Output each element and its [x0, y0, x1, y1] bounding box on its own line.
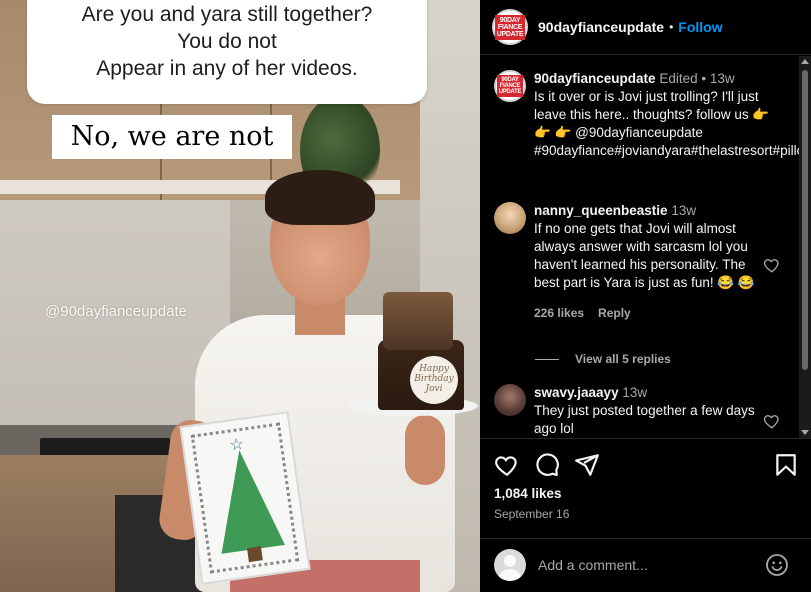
replies-line: [535, 358, 559, 360]
commenter-avatar[interactable]: [494, 202, 526, 234]
comment-input[interactable]: [538, 557, 765, 573]
cooktop: [40, 438, 170, 456]
christmas-tree-drawing: [207, 445, 285, 554]
post-media[interactable]: ☆ Happy Birthday Jovi Are you and yara s…: [0, 0, 480, 592]
divider: [480, 438, 811, 439]
view-replies-label: View all 5 replies: [575, 352, 671, 366]
comments-scrollbar[interactable]: [799, 56, 811, 438]
comment-username[interactable]: swavy.jaaayy: [534, 385, 619, 400]
post-sidebar: 90DAY FIANCE UPDATE 90dayfianceupdate • Fo…: [480, 0, 811, 592]
emoji-icon[interactable]: [765, 553, 789, 577]
reply-button[interactable]: Reply: [598, 304, 631, 322]
scroll-up-arrow-icon[interactable]: [801, 59, 809, 64]
share-icon[interactable]: [574, 452, 600, 478]
post-action-bar: [494, 452, 799, 478]
heart-icon[interactable]: [494, 452, 520, 478]
plaque-line: Jovi: [425, 383, 443, 394]
header-separator: •: [669, 20, 674, 34]
view-replies-button[interactable]: View all 5 replies: [535, 352, 671, 366]
person-arm-right: [405, 415, 445, 485]
scroll-down-arrow-icon[interactable]: [801, 430, 809, 435]
logo-icon: 90DAY FIANCE UPDATE: [494, 14, 526, 40]
account-avatar[interactable]: 90DAY FIANCE UPDATE: [492, 9, 528, 45]
question-line: Appear in any of her videos.: [96, 57, 358, 80]
likes-count[interactable]: 1,084 likes: [494, 486, 562, 501]
follow-button[interactable]: Follow: [678, 19, 722, 35]
current-user-avatar: [494, 549, 526, 581]
commenter-avatar[interactable]: [494, 384, 526, 416]
tree-trunk: [247, 546, 263, 563]
comments-list[interactable]: 90DAY FIANCE UPDATE 90dayfianceupdate Edit…: [480, 56, 811, 438]
answer-caption: No, we are not: [52, 115, 292, 159]
christmas-card: ☆: [179, 411, 311, 585]
comment-text: They just posted together a few days ago…: [534, 403, 755, 436]
comment-likes[interactable]: 226 likes: [534, 304, 584, 322]
scroll-thumb[interactable]: [802, 70, 808, 370]
comment-age: 13w: [671, 203, 697, 218]
question-bubble: Are you and yara still together? You do …: [27, 0, 427, 104]
bookmark-icon[interactable]: [773, 452, 799, 478]
comment-age: 13w: [622, 385, 648, 400]
comment-item: swavy.jaaayy 13w They just posted togeth…: [494, 384, 759, 438]
person-hair: [265, 170, 375, 225]
caption-avatar[interactable]: 90DAY FIANCE UPDATE: [494, 70, 526, 102]
caption-meta: Edited • 13w: [659, 71, 735, 86]
cake-topping: [383, 292, 453, 350]
comment-username[interactable]: nanny_queenbeastie: [534, 203, 668, 218]
heart-icon[interactable]: [763, 412, 781, 430]
logo-icon: 90DAY FIANCE UPDATE: [496, 75, 524, 97]
comment-icon[interactable]: [534, 452, 560, 478]
add-comment-bar: [480, 538, 811, 592]
comment-text: If no one gets that Jovi will almost alw…: [534, 221, 755, 290]
watermark: @90dayfianceupdate: [45, 303, 188, 320]
comment-item: nanny_queenbeastie 13w If no one gets th…: [494, 202, 759, 322]
post-date: September 16: [494, 507, 570, 521]
caption-item: 90DAY FIANCE UPDATE 90dayfianceupdate Edit…: [494, 70, 811, 160]
post-header: 90DAY FIANCE UPDATE 90dayfianceupdate • Fo…: [480, 0, 811, 55]
question-line: Are you and yara still together?: [81, 3, 373, 26]
heart-icon[interactable]: [763, 256, 781, 274]
question-line: You do not: [177, 30, 277, 53]
cake-plaque: Happy Birthday Jovi: [410, 356, 458, 404]
header-username[interactable]: 90dayfianceupdate: [538, 19, 664, 35]
caption-text: Is it over or is Jovi just trolling? I'l…: [534, 89, 811, 158]
caption-username[interactable]: 90dayfianceupdate: [534, 71, 656, 86]
